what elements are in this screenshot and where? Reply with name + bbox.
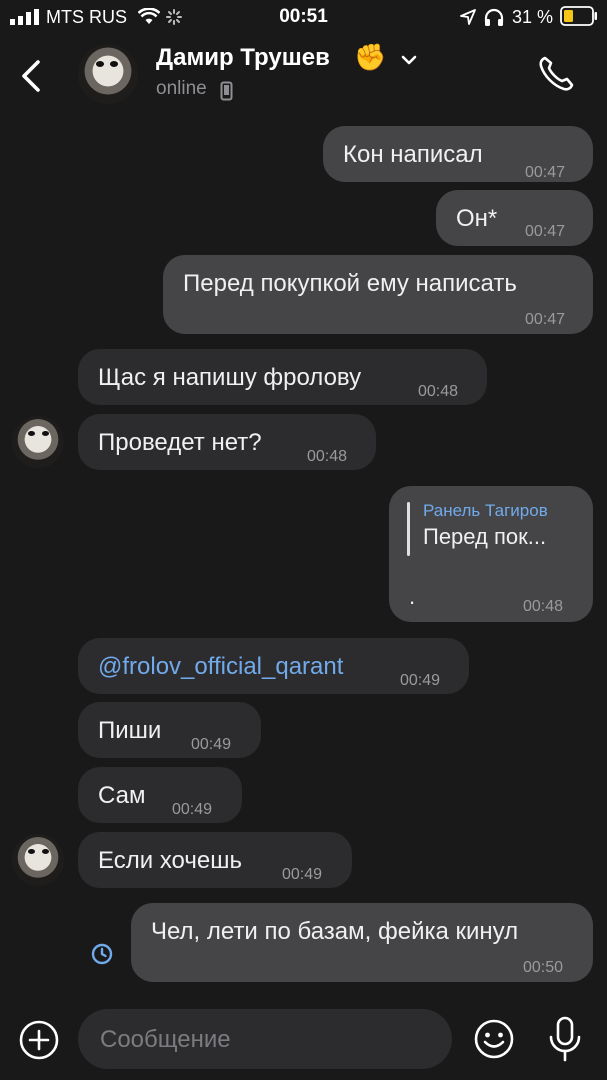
message-text: Щас я напишу фролову xyxy=(98,364,362,391)
message-text: Пиши xyxy=(98,717,162,744)
message-time: 00:49 xyxy=(400,672,441,689)
message-time: 00:50 xyxy=(523,959,564,976)
message-bubble-incoming[interactable]: Пиши 00:49 xyxy=(78,702,261,758)
message-time: 00:49 xyxy=(282,866,323,883)
chat-header: Дамир Трушев ✊ online xyxy=(0,34,607,120)
message-time: 00:48 xyxy=(418,383,459,400)
message-text: Сам xyxy=(98,782,146,809)
message-text: Перед покупкой ему написать xyxy=(183,270,517,297)
phone-icon[interactable] xyxy=(536,54,576,94)
status-bar: MTS RUS 00:51 31 % xyxy=(0,0,607,34)
chevron-left-icon[interactable] xyxy=(16,56,46,96)
mention-link[interactable]: @frolov_official_qarant xyxy=(98,652,343,682)
location-arrow-icon xyxy=(460,9,476,25)
message-composer xyxy=(78,1009,452,1071)
contact-avatar-small[interactable] xyxy=(12,416,64,468)
message-text: Чел, лети по базам, фейка кинул xyxy=(151,918,519,945)
message-bubble-outgoing[interactable]: Перед покупкой ему написать 00:47 xyxy=(163,255,593,334)
message-list: Кон написал 00:47 Он* 00:47 Перед покупк… xyxy=(0,120,607,1000)
message-text: Кон написал xyxy=(343,141,483,168)
raised-fist-emoji: ✊ xyxy=(354,42,387,72)
plus-circle-icon[interactable] xyxy=(18,1019,60,1061)
clock-icon xyxy=(91,943,113,965)
smile-icon[interactable] xyxy=(472,1017,516,1061)
message-text: Если хочешь xyxy=(98,847,242,874)
reply-preview: Перед пок... xyxy=(423,524,547,549)
message-bubble-incoming[interactable]: @frolov_official_qarant 00:49 xyxy=(78,638,469,694)
reply-indicator-bar xyxy=(407,502,410,556)
message-time: 00:49 xyxy=(172,801,213,818)
battery-percent: 31 % xyxy=(512,7,554,27)
microphone-icon[interactable] xyxy=(546,1015,584,1063)
contact-avatar[interactable] xyxy=(78,44,138,104)
message-bubble-incoming[interactable]: Если хочешь 00:49 xyxy=(78,832,352,888)
battery-icon xyxy=(560,6,597,26)
headphones-icon xyxy=(484,8,504,26)
message-time: 00:47 xyxy=(525,311,566,328)
message-text: Проведет нет? xyxy=(98,429,262,456)
message-bubble-reply[interactable]: Ранель Тагиров Перед пок... . 00:48 xyxy=(389,486,593,622)
message-bubble-incoming[interactable]: Проведет нет? 00:48 xyxy=(78,414,376,470)
message-bubble-outgoing[interactable]: Чел, лети по базам, фейка кинул 00:50 xyxy=(131,903,593,982)
message-time: 00:47 xyxy=(525,164,566,181)
contact-avatar-small[interactable] xyxy=(12,834,64,886)
message-time: 00:49 xyxy=(191,736,232,753)
message-bubble-outgoing[interactable]: Он* 00:47 xyxy=(436,190,593,246)
message-text: . xyxy=(409,584,416,609)
mobile-device-icon xyxy=(220,81,233,101)
message-bubble-incoming[interactable]: Сам 00:49 xyxy=(78,767,242,823)
message-time: 00:48 xyxy=(307,448,348,465)
message-bubble-incoming[interactable]: Щас я напишу фролову 00:48 xyxy=(78,349,487,405)
contact-name[interactable]: Дамир Трушев xyxy=(156,44,330,72)
message-time: 00:47 xyxy=(525,223,566,240)
presence-status: online xyxy=(156,78,207,99)
message-input[interactable] xyxy=(98,1009,432,1071)
message-bubble-outgoing[interactable]: Кон написал 00:47 xyxy=(323,126,593,182)
message-time: 00:48 xyxy=(523,598,564,615)
chevron-down-icon[interactable] xyxy=(400,54,418,66)
message-text: Он* xyxy=(456,205,498,232)
